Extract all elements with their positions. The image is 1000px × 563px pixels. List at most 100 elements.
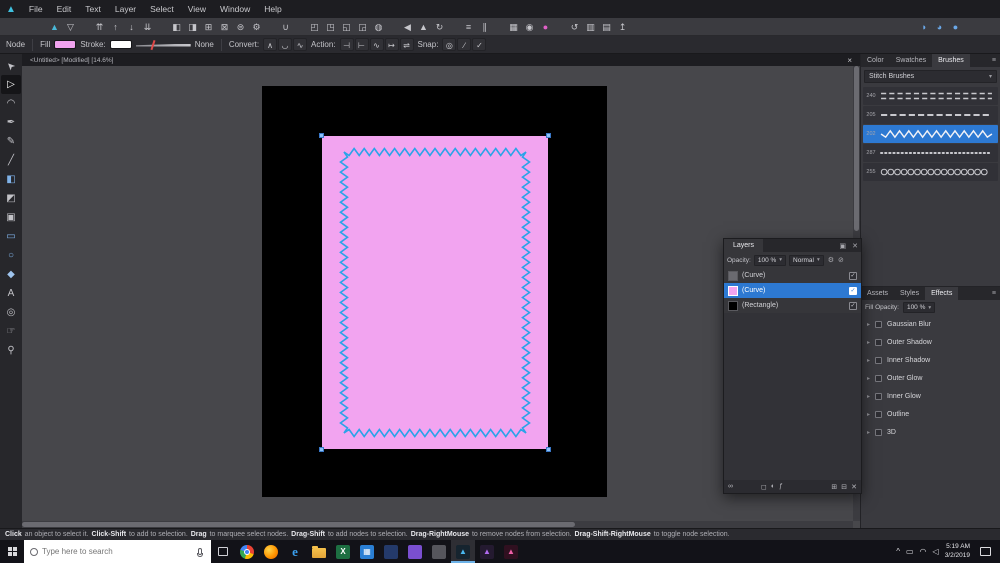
- transparency-tool[interactable]: ◩: [1, 189, 21, 208]
- brush-item-240[interactable]: 240: [863, 87, 998, 105]
- tab-assets[interactable]: Assets: [861, 287, 894, 300]
- stroke-color-swatch[interactable]: [109, 40, 132, 49]
- slice-icon[interactable]: ▤: [599, 20, 614, 34]
- network-icon[interactable]: ◠: [920, 547, 927, 556]
- rotate-ccw-icon[interactable]: ↻: [432, 20, 447, 34]
- artboard-page[interactable]: [262, 86, 607, 497]
- rectangle-tool[interactable]: ▭: [1, 227, 21, 246]
- show-grid-icon[interactable]: ▦: [506, 20, 521, 34]
- close-icon[interactable]: ✕: [849, 242, 861, 250]
- horizontal-scrollbar-thumb[interactable]: [22, 522, 575, 527]
- snap-off-curve-icon[interactable]: ∕: [457, 38, 472, 51]
- fx-icon[interactable]: ƒ: [779, 483, 783, 490]
- start-button[interactable]: [0, 540, 24, 563]
- lock-icon[interactable]: ⊘: [838, 256, 844, 264]
- taskbar-affinity-publisher-icon[interactable]: ▲: [499, 540, 523, 563]
- select-same-icon[interactable]: ⊜: [233, 20, 248, 34]
- effect-checkbox[interactable]: [875, 320, 883, 328]
- menu-select[interactable]: Select: [143, 0, 181, 18]
- taskbar-task-view-icon[interactable]: [211, 540, 235, 563]
- tab-swatches[interactable]: Swatches: [890, 54, 932, 67]
- expand-icon[interactable]: ▸: [867, 357, 870, 364]
- brush-item-255[interactable]: 255: [863, 163, 998, 181]
- show-handles-icon[interactable]: ◱: [339, 20, 354, 34]
- menu-help[interactable]: Help: [257, 0, 288, 18]
- expand-icon[interactable]: ▸: [867, 375, 870, 382]
- microphone-icon[interactable]: [197, 548, 203, 557]
- taskbar-affinity-photo-icon[interactable]: ▲: [475, 540, 499, 563]
- effect-row-gaussian-blur[interactable]: ▸ Gaussian Blur: [861, 315, 1000, 333]
- action-center-icon[interactable]: [980, 547, 991, 556]
- layer-row-1[interactable]: (Curve) ✓: [724, 268, 861, 283]
- brush-item-287[interactable]: 287: [863, 144, 998, 162]
- menu-view[interactable]: View: [181, 0, 213, 18]
- flip-vertical-icon[interactable]: ▲: [416, 20, 431, 34]
- distribute-icon[interactable]: ∥: [477, 20, 492, 34]
- view-tool[interactable]: ☞: [1, 322, 21, 341]
- vector-crop-tool[interactable]: ▣: [1, 208, 21, 227]
- reverse-curves-icon[interactable]: ⇌: [399, 38, 414, 51]
- taskbar-affinity-designer-icon[interactable]: ▲: [451, 540, 475, 563]
- snap-to-nodes-icon[interactable]: ◎: [442, 38, 457, 51]
- panel-menu-icon[interactable]: ≡: [988, 290, 1000, 297]
- custom-shape-tool[interactable]: ◆: [1, 265, 21, 284]
- new-layer-icon[interactable]: ⊞: [831, 483, 837, 491]
- blend-mode-dropdown[interactable]: Normal ▾: [789, 254, 824, 266]
- effect-row-3d[interactable]: ▸ 3D: [861, 423, 1000, 441]
- construction-snap-icon[interactable]: ✓: [472, 38, 487, 51]
- selection-handle-top-left[interactable]: [319, 133, 324, 138]
- gpu-icon[interactable]: ●: [948, 20, 963, 34]
- flip-horizontal-icon[interactable]: ◀: [400, 20, 415, 34]
- move-forward-icon[interactable]: ↑: [108, 20, 123, 34]
- link-icon[interactable]: ∞: [728, 483, 733, 490]
- delete-icon[interactable]: ✕: [851, 483, 857, 491]
- effect-row-outer-shadow[interactable]: ▸ Outer Shadow: [861, 333, 1000, 351]
- gear-icon[interactable]: ⚙: [828, 256, 834, 264]
- taskbar-firefox-icon[interactable]: [259, 540, 283, 563]
- snapping-icon[interactable]: ∪: [278, 20, 293, 34]
- persona-designer-icon[interactable]: ▲: [47, 20, 62, 34]
- layer-visibility-checkbox[interactable]: ✓: [849, 301, 857, 310]
- mask-icon[interactable]: ◻: [761, 483, 767, 491]
- menu-file[interactable]: File: [22, 0, 50, 18]
- opacity-dropdown[interactable]: 100 % ▾: [753, 254, 787, 266]
- effect-row-inner-glow[interactable]: ▸ Inner Glow: [861, 387, 1000, 405]
- panel-menu-icon[interactable]: ▣: [837, 242, 850, 250]
- insert-behind-icon[interactable]: ◧: [169, 20, 184, 34]
- effect-checkbox[interactable]: [875, 338, 883, 346]
- fill-opacity-dropdown[interactable]: 100 % ▾: [902, 302, 936, 313]
- break-curve-icon[interactable]: ⊣: [339, 38, 354, 51]
- taskbar-clock[interactable]: 5:19 AM 3/2/2019: [945, 543, 970, 561]
- ellipse-tool[interactable]: ○: [1, 246, 21, 265]
- search-input[interactable]: [42, 547, 194, 556]
- expand-icon[interactable]: ▸: [867, 339, 870, 346]
- effect-checkbox[interactable]: [875, 428, 883, 436]
- brush-item-202[interactable]: 202: [863, 125, 998, 143]
- document-tab[interactable]: <Untitled> [Modified] [14.6%]: [26, 57, 117, 64]
- insert-in-front-icon[interactable]: ◨: [185, 20, 200, 34]
- taskbar-app-icon-1[interactable]: [379, 540, 403, 563]
- effect-row-inner-shadow[interactable]: ▸ Inner Shadow: [861, 351, 1000, 369]
- menu-text[interactable]: Text: [78, 0, 108, 18]
- resource-manager-icon[interactable]: ▥: [583, 20, 598, 34]
- cycle-selection-box-icon[interactable]: ◳: [323, 20, 338, 34]
- selected-rectangle-object[interactable]: [319, 133, 551, 452]
- sharp-node-icon[interactable]: ∧: [263, 38, 278, 51]
- layer-row-2[interactable]: (Curve) ✓: [724, 283, 861, 298]
- effect-row-outline[interactable]: ▸ Outline: [861, 405, 1000, 423]
- selection-handle-bottom-right[interactable]: [546, 447, 551, 452]
- menu-edit[interactable]: Edit: [50, 0, 79, 18]
- tab-effects[interactable]: Effects: [925, 287, 959, 300]
- color-assistant-icon[interactable]: ●: [538, 20, 553, 34]
- expand-icon[interactable]: ▸: [867, 429, 870, 436]
- taskbar-search[interactable]: [24, 540, 211, 563]
- transform-separately-icon[interactable]: ◰: [307, 20, 322, 34]
- effect-checkbox[interactable]: [875, 356, 883, 364]
- horizontal-scrollbar[interactable]: [22, 521, 853, 528]
- snapping-options-icon[interactable]: ◉: [522, 20, 537, 34]
- move-backward-icon[interactable]: ↓: [124, 20, 139, 34]
- expand-icon[interactable]: ▸: [867, 411, 870, 418]
- align-icon[interactable]: ≡: [461, 20, 476, 34]
- tab-styles[interactable]: Styles: [894, 287, 925, 300]
- brush-category-dropdown[interactable]: Stitch Brushes ▾: [864, 70, 997, 83]
